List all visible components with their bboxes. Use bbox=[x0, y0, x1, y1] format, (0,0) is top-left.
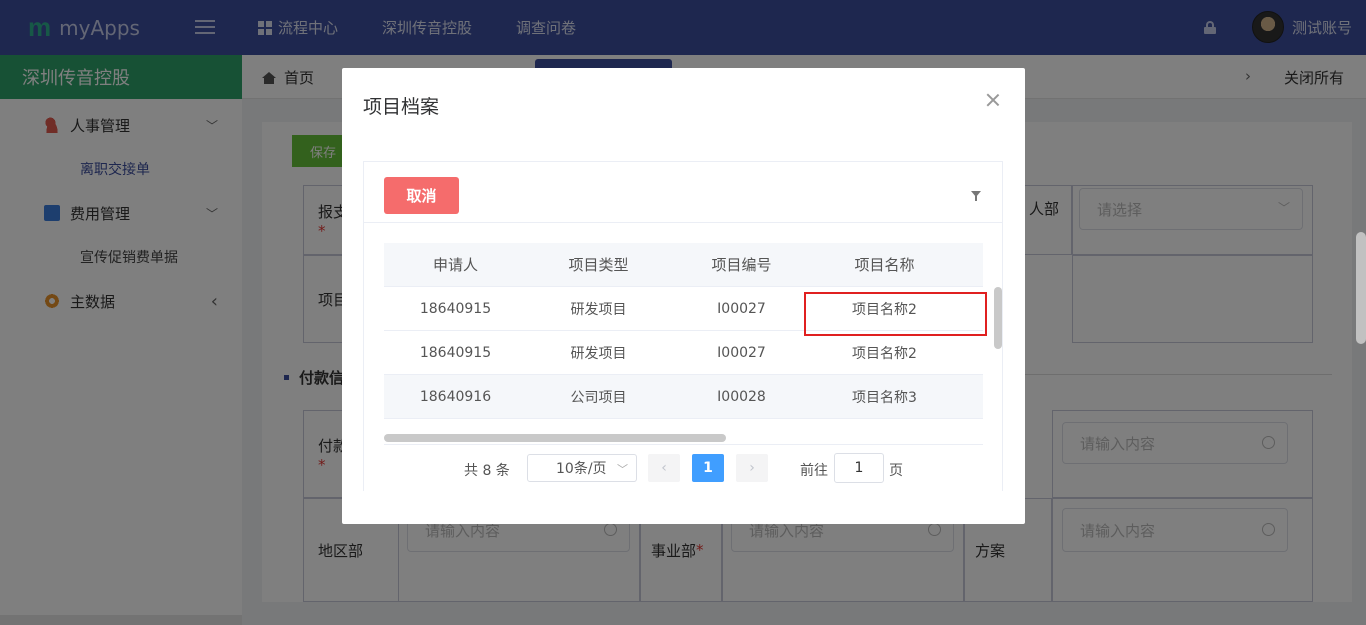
table-vertical-scrollbar[interactable] bbox=[994, 287, 1002, 349]
cell-project-code: I00028 bbox=[717, 388, 766, 405]
page-size-value: 10条/页 bbox=[556, 461, 607, 477]
cell-project-name: 项目名称3 bbox=[852, 389, 917, 406]
cell-project-name: 项目名称2 bbox=[852, 345, 917, 362]
page-scrollbar[interactable] bbox=[1356, 232, 1366, 344]
project-archive-dialog: 项目档案 取消 申请人 项目类型 项目编号 项目名称 18640915 研发项目… bbox=[342, 68, 1025, 524]
table-horizontal-scrollbar[interactable] bbox=[384, 434, 726, 442]
cancel-button[interactable]: 取消 bbox=[384, 177, 459, 214]
cell-project-type: 研发项目 bbox=[570, 345, 627, 362]
filter-icon[interactable] bbox=[971, 191, 981, 201]
prev-page-button[interactable]: ‹ bbox=[648, 454, 680, 482]
cell-applicant: 18640915 bbox=[419, 344, 492, 361]
chevron-down-icon: ﹀ bbox=[617, 463, 628, 476]
page-number-current[interactable]: 1 bbox=[692, 454, 724, 482]
dialog-panel: 取消 申请人 项目类型 项目编号 项目名称 18640915 研发项目 I000… bbox=[363, 161, 1003, 491]
column-header-project-type[interactable]: 项目类型 bbox=[527, 243, 670, 286]
cell-applicant: 18640915 bbox=[419, 300, 492, 317]
cell-project-type: 研发项目 bbox=[570, 301, 627, 318]
dialog-title: 项目档案 bbox=[363, 96, 440, 118]
panel-toolbar: 取消 bbox=[364, 162, 1002, 223]
pager-total: 共 8 条 bbox=[464, 463, 510, 479]
pager-page-unit: 页 bbox=[889, 463, 903, 479]
next-page-button[interactable]: › bbox=[736, 454, 768, 482]
goto-page-input[interactable]: 1 bbox=[834, 453, 884, 483]
close-icon[interactable] bbox=[985, 92, 1001, 108]
table-divider bbox=[384, 444, 983, 445]
column-header-applicant[interactable]: 申请人 bbox=[384, 243, 527, 286]
table-row[interactable]: 18640916 公司项目 I00028 项目名称3 bbox=[384, 375, 983, 419]
cell-applicant: 18640916 bbox=[419, 388, 492, 405]
column-header-project-name[interactable]: 项目名称 bbox=[813, 243, 956, 286]
column-header-project-code[interactable]: 项目编号 bbox=[670, 243, 813, 286]
cell-project-code: I00027 bbox=[717, 300, 766, 317]
pagination: 共 8 条 10条/页 ﹀ ‹ 1 › 前往 1 页 bbox=[364, 452, 1002, 486]
cell-project-type: 公司项目 bbox=[570, 389, 627, 406]
cell-project-code: I00027 bbox=[717, 344, 766, 361]
table-row[interactable]: 18640915 研发项目 I00027 项目名称2 bbox=[384, 331, 983, 375]
cancel-label: 取消 bbox=[406, 187, 437, 205]
highlight-box bbox=[804, 292, 987, 336]
page-size-select[interactable]: 10条/页 ﹀ bbox=[527, 454, 637, 482]
table-header: 申请人 项目类型 项目编号 项目名称 bbox=[384, 243, 983, 287]
pager-goto-label: 前往 bbox=[800, 463, 828, 479]
